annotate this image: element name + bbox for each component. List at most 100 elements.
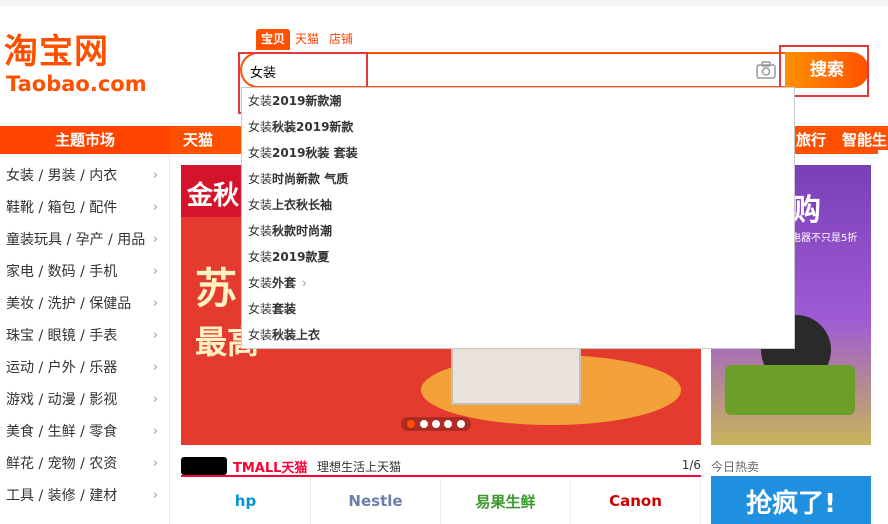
chevron-right-icon: › (152, 456, 158, 471)
brand-hp[interactable]: hp (181, 478, 311, 524)
category-item[interactable]: 女装 / 男装 / 内衣 › (0, 160, 170, 192)
tab-shop[interactable]: 店铺 (324, 29, 358, 50)
suggestion-rest: 2019秋装 套装 (272, 146, 358, 160)
promo-subtitle: 电器不只是5折 (791, 233, 858, 244)
category-label: 鞋靴 / 箱包 / 配件 (6, 200, 118, 216)
suggestion-rest: 外套 (272, 276, 297, 290)
category-item[interactable]: 童装玩具 / 孕产 / 用品 › (0, 224, 170, 256)
banner-tag-text: 金秋 (187, 181, 240, 211)
suggestion-prefix: 女装 (248, 250, 273, 264)
carousel-dot[interactable] (444, 420, 453, 428)
category-item[interactable]: 鲜花 / 宠物 / 农资 › (0, 448, 170, 480)
search-input[interactable] (250, 61, 730, 81)
chevron-right-icon: › (152, 360, 158, 375)
suggestion-prefix: 女装 (248, 94, 273, 108)
brand-row: hp Nestle 易果生鲜 Canon (181, 478, 701, 524)
category-item[interactable]: 鞋靴 / 箱包 / 配件 › (0, 192, 170, 224)
category-item[interactable]: 珠宝 / 眼镜 / 手表 › (0, 320, 170, 352)
category-label: 珠宝 / 眼镜 / 手表 (6, 328, 118, 344)
carousel-dot[interactable] (419, 420, 428, 428)
hot-sale-title: 今日热卖 (711, 460, 760, 474)
chevron-right-icon: › (152, 200, 158, 215)
category-item[interactable]: 工具 / 装修 / 建材 › (0, 480, 170, 512)
suggestion-prefix: 女装 (248, 146, 273, 160)
category-label: 运动 / 户外 / 乐器 (6, 360, 118, 376)
carousel-dot[interactable] (456, 420, 465, 428)
category-label: 美妆 / 洗护 / 保健品 (6, 296, 132, 312)
suggestion-item[interactable]: 女装时尚新款 气质 (242, 166, 794, 192)
tmall-bar: TMALL天猫 理想生活上天猫 1/6 (181, 455, 701, 477)
category-label: 工具 / 装修 / 建材 (6, 488, 118, 504)
camera-icon[interactable] (755, 59, 777, 81)
nav-travel[interactable]: 旅行 (796, 126, 826, 154)
tab-tmall[interactable]: 天猫 (290, 29, 324, 50)
suggestion-item[interactable]: 女装秋装2019新款 (242, 114, 794, 140)
tmall-cat-icon (181, 457, 227, 475)
brand-nestle[interactable]: Nestle (311, 478, 441, 524)
sofa-image (725, 365, 855, 415)
tmall-slogan: 理想生活上天猫 (317, 460, 402, 474)
hot-promo[interactable]: 抢疯了! (711, 476, 871, 524)
tmall-brand[interactable]: TMALL天猫 (233, 457, 307, 476)
chevron-right-icon: › (152, 424, 158, 439)
logo-en: Taobao.com (6, 72, 147, 96)
chevron-right-icon: › (152, 168, 158, 183)
chevron-right-icon: › (152, 488, 158, 503)
suggestion-item[interactable]: 女装2019款夏 (242, 244, 794, 270)
suggestion-rest: 时尚新款 气质 (272, 172, 349, 186)
suggestion-prefix: 女装 (248, 276, 273, 290)
carousel-dots (401, 417, 471, 431)
category-label: 女装 / 男装 / 内衣 (6, 168, 118, 184)
search-box (240, 52, 785, 88)
suggestion-item[interactable]: 女装2019秋装 套装 (242, 140, 794, 166)
suggestion-item[interactable]: 女装2019新款潮 (242, 88, 794, 114)
suggestion-rest: 2019款夏 (272, 250, 330, 264)
chevron-right-icon[interactable]: › (302, 276, 307, 290)
search-tabs: 宝贝 天猫 店铺 (256, 29, 358, 50)
suggestion-rest: 套装 (272, 302, 297, 316)
suggestion-prefix: 女装 (248, 172, 273, 186)
banner-headline: 苏 (195, 264, 238, 313)
nav-theme-market[interactable]: 主题市场 (0, 126, 170, 154)
category-label: 鲜花 / 宠物 / 农资 (6, 456, 118, 472)
suggestion-item[interactable]: 女装外套 › (242, 270, 794, 296)
suggestion-item[interactable]: 女装套装 (242, 296, 794, 322)
category-label: 家电 / 数码 / 手机 (6, 264, 118, 280)
suggestion-prefix: 女装 (248, 328, 273, 342)
suggestion-prefix: 女装 (248, 302, 273, 316)
category-label: 美食 / 生鲜 / 零食 (6, 424, 118, 440)
category-item[interactable]: 家电 / 数码 / 手机 › (0, 256, 170, 288)
category-item[interactable]: 美食 / 生鲜 / 零食 › (0, 416, 170, 448)
suggestion-item[interactable]: 女装上衣秋长袖 (242, 192, 794, 218)
divider (169, 154, 170, 524)
category-label: 游戏 / 动漫 / 影视 (6, 392, 118, 408)
search-button[interactable]: 搜索 (785, 52, 869, 88)
nav-tmall[interactable]: 天猫 (183, 126, 213, 154)
brand-canon[interactable]: Canon (571, 478, 701, 524)
brand-yiguo[interactable]: 易果生鲜 (441, 478, 571, 524)
chevron-right-icon: › (152, 296, 158, 311)
chevron-right-icon: › (152, 232, 158, 247)
chevron-right-icon: › (152, 264, 158, 279)
suggestion-rest: 2019新款潮 (272, 94, 342, 108)
category-item[interactable]: 运动 / 户外 / 乐器 › (0, 352, 170, 384)
taobao-logo[interactable]: 淘宝网 Taobao.com (4, 32, 154, 102)
chevron-right-icon: › (152, 328, 158, 343)
suggestion-rest: 秋款时尚潮 (272, 224, 333, 238)
category-list: 女装 / 男装 / 内衣 › 鞋靴 / 箱包 / 配件 › 童装玩具 / 孕产 / 用品… (0, 160, 170, 512)
suggestion-prefix: 女装 (248, 224, 273, 238)
category-item[interactable]: 游戏 / 动漫 / 影视 › (0, 384, 170, 416)
taobao-home: 淘宝网 Taobao.com 宝贝 天猫 店铺 搜索 女装2019新款潮女装秋装… (0, 0, 888, 524)
top-strip (0, 0, 888, 6)
logo-cn: 淘宝网 (4, 32, 109, 72)
carousel-dot[interactable] (407, 420, 416, 428)
carousel-dot[interactable] (431, 420, 440, 428)
suggestion-item[interactable]: 女装秋装上衣 (242, 322, 794, 348)
suggestion-rest: 上衣秋长袖 (272, 198, 333, 212)
suggestion-rest: 秋装上衣 (272, 328, 321, 342)
tab-baobei[interactable]: 宝贝 (256, 29, 291, 50)
category-item[interactable]: 美妆 / 洗护 / 保健品 › (0, 288, 170, 320)
suggestion-item[interactable]: 女装秋款时尚潮 (242, 218, 794, 244)
suggestion-rest: 秋装2019新款 (272, 120, 354, 134)
search-suggestions: 女装2019新款潮 女装秋装2019新款 女装2019秋装 套装 女装时尚新款 气质女… (241, 87, 795, 349)
